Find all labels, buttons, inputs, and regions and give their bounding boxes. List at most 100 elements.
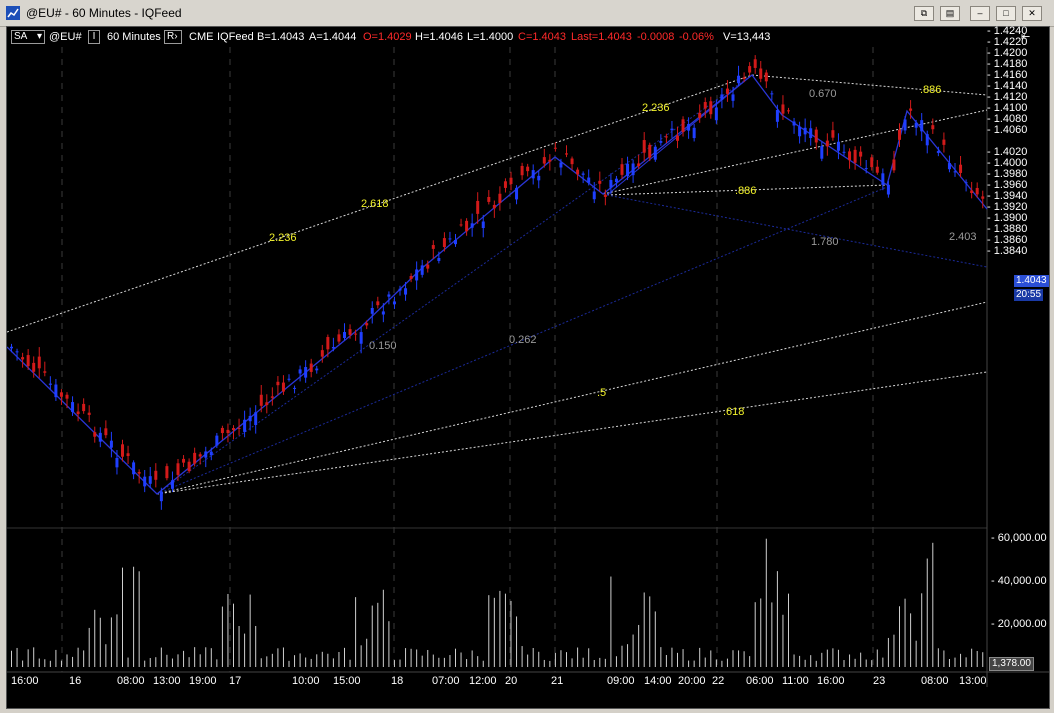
time-tick-label: 08:00	[921, 675, 949, 687]
exchange-label: CME	[189, 31, 214, 43]
interval-button[interactable]: I	[88, 30, 100, 44]
candle-body	[653, 146, 657, 160]
candle-body	[909, 108, 913, 111]
candle-body	[193, 452, 197, 464]
volume-bar	[38, 658, 40, 667]
maximize-button[interactable]: □	[996, 6, 1016, 21]
volume-bar	[615, 656, 617, 667]
close-button[interactable]: ✕	[1022, 6, 1042, 21]
interval-label[interactable]: 60 Minutes	[107, 27, 161, 47]
volume-bar	[321, 651, 323, 667]
volume-bar	[493, 597, 495, 667]
candle-body	[836, 141, 840, 151]
minimize-button[interactable]: –	[970, 6, 990, 21]
volume-bar	[671, 647, 673, 667]
chart-window: @EU# - 60 Minutes - IQFeed ⧉ ▤ – □ ✕ SA …	[0, 0, 1054, 713]
candle-body	[642, 140, 646, 153]
volume-bar	[183, 650, 185, 667]
candle-body	[492, 204, 496, 209]
candle-body	[570, 158, 574, 165]
candle-body	[842, 151, 846, 153]
volume-bar	[455, 648, 456, 667]
candle-body	[209, 451, 213, 456]
candle-body	[437, 257, 441, 261]
candle-body	[515, 187, 519, 200]
volume-bar	[99, 617, 101, 667]
volume-bar	[16, 647, 18, 667]
volume-bar	[155, 657, 157, 667]
volume-bar	[549, 660, 551, 667]
volume-bar	[776, 571, 778, 667]
r-button[interactable]: R›	[164, 30, 182, 44]
channel-line	[751, 74, 988, 96]
float-window-button[interactable]: ▤	[940, 6, 960, 21]
price-tick-label: - 1.3840	[987, 245, 1028, 257]
candle-body	[626, 163, 630, 177]
candle-body	[132, 462, 136, 475]
candle-body	[331, 347, 335, 349]
volume-bar	[477, 656, 479, 667]
volume-bar	[649, 596, 651, 667]
candle-body	[903, 119, 907, 131]
candle-body	[115, 457, 119, 468]
candle-body	[748, 66, 752, 73]
volume-bar	[682, 649, 684, 667]
volume-bar	[199, 654, 201, 667]
candle-body	[559, 162, 563, 168]
candle-body	[187, 461, 191, 472]
volume-bar	[349, 659, 351, 667]
ask-value: A=1.4044	[309, 31, 357, 43]
candle-body	[687, 123, 691, 131]
chart-area[interactable]: SA ▾ @EU# I 60 Minutes R› CME IQFeed B=1…	[6, 25, 1050, 709]
candle-body	[293, 387, 297, 389]
candle-body	[553, 147, 557, 149]
volume-bar	[338, 651, 340, 667]
candle-body	[470, 223, 474, 228]
title-bar[interactable]: @EU# - 60 Minutes - IQFeed ⧉ ▤ – □ ✕	[0, 0, 1054, 27]
candle-body	[43, 371, 47, 373]
fib-ratio-label: 2.236	[269, 232, 297, 244]
last-price-badge: 1.4043	[1014, 275, 1049, 287]
volume-tick-label: - 40,000.00	[991, 575, 1047, 587]
candle-body	[359, 332, 363, 344]
candle-body	[581, 173, 585, 175]
candle-body	[415, 269, 419, 281]
price-chart-canvas[interactable]	[7, 27, 1049, 708]
volume-bar	[60, 660, 62, 667]
volume-bar	[566, 652, 567, 667]
volume-bar	[643, 592, 645, 667]
restore-down-button[interactable]: ⧉	[914, 6, 934, 21]
candle-body	[598, 180, 602, 184]
candle-body	[670, 128, 674, 131]
volume-bar	[665, 655, 667, 667]
candle-body	[54, 384, 58, 398]
volume-bar	[937, 648, 939, 667]
volume-bar	[66, 654, 68, 667]
volume-bar	[749, 656, 751, 667]
volume-bar	[144, 660, 146, 667]
volume-bar	[238, 626, 240, 667]
price-tick-label: - 1.4060	[987, 124, 1028, 136]
volume-bar	[399, 659, 401, 667]
volume-bar	[266, 656, 268, 667]
volume-bar	[810, 655, 812, 667]
candle-body	[676, 135, 679, 141]
low-value: L=1.4000	[467, 31, 514, 43]
candle-body	[387, 294, 391, 297]
candle-body	[681, 119, 685, 132]
volume-bar	[27, 649, 29, 667]
candle-body	[831, 130, 835, 138]
time-tick-label: 16:00	[817, 675, 845, 687]
candle-body	[71, 402, 75, 413]
candle-body	[737, 75, 741, 84]
candle-body	[354, 333, 358, 335]
volume-bar	[260, 658, 262, 667]
volume-bar	[826, 649, 828, 667]
volume-bar	[571, 658, 573, 667]
countdown-badge: 20:55	[1014, 289, 1044, 301]
symbol-label[interactable]: @EU#	[49, 27, 82, 47]
candle-body	[76, 411, 80, 415]
candle-body	[93, 432, 97, 437]
sa-selector[interactable]: SA ▾	[11, 30, 45, 44]
volume-bar	[410, 648, 412, 667]
